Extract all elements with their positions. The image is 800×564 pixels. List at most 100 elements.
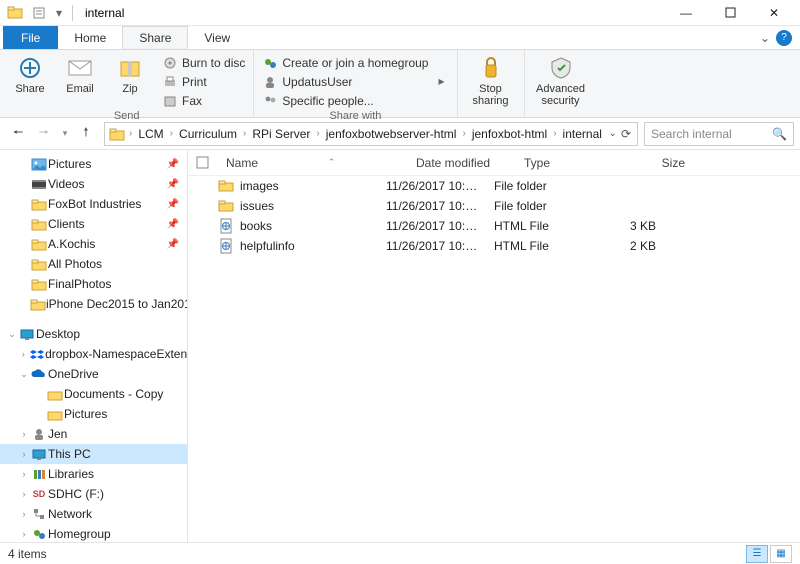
refresh-icon[interactable]: ⟳ — [621, 127, 631, 141]
up-button[interactable]: 🠕 — [74, 122, 98, 146]
tree-dropbox[interactable]: ›dropbox-NamespaceExtensio — [0, 344, 187, 364]
maximize-button[interactable] — [708, 0, 752, 26]
qat-dropdown-icon[interactable]: ▾ — [52, 2, 66, 24]
stop-sharing-button[interactable]: Stop sharing — [464, 52, 518, 107]
email-button[interactable]: Email — [56, 52, 104, 95]
titlebar: ▾ internal ― ✕ — [0, 0, 800, 26]
tree-iphone[interactable]: iPhone Dec2015 to Jan2016 — [0, 294, 187, 314]
tree-foxbot[interactable]: FoxBot Industries📌 — [0, 194, 187, 214]
header-checkbox[interactable] — [188, 156, 218, 169]
file-size: 2 KB — [584, 239, 664, 253]
specific-button[interactable]: Specific people... — [260, 92, 430, 110]
file-name: helpfulinfo — [240, 239, 295, 253]
nav-tree[interactable]: Pictures📌 Videos📌 FoxBot Industries📌 Cli… — [0, 150, 188, 542]
crumb-2[interactable]: RPi Server — [248, 127, 314, 141]
file-type: HTML File — [486, 219, 584, 233]
header-size[interactable]: Size — [614, 156, 694, 170]
navbar: 🠔 🠖 ▾ 🠕 › LCM› Curriculum› RPi Server› j… — [0, 118, 800, 150]
file-name: issues — [240, 199, 274, 213]
tree-akochis[interactable]: A.Kochis📌 — [0, 234, 187, 254]
file-date: 11/26/2017 10:37 ... — [378, 219, 486, 233]
tab-file[interactable]: File — [3, 26, 58, 49]
minimize-button[interactable]: ― — [664, 0, 708, 26]
file-type: File folder — [486, 199, 584, 213]
list-body: images11/26/2017 10:37 ...File folderiss… — [188, 176, 800, 256]
file-type: File folder — [486, 179, 584, 193]
crumb-0[interactable]: LCM — [134, 127, 167, 141]
table-row[interactable]: books11/26/2017 10:37 ...HTML File3 KB — [188, 216, 800, 236]
addr-dropdown-icon[interactable]: ⌄ — [609, 128, 617, 139]
header-name[interactable]: Name⌃ — [218, 156, 408, 170]
search-input[interactable]: Search internal 🔍 — [644, 122, 794, 146]
tab-share[interactable]: Share — [122, 26, 188, 49]
window-title: internal — [85, 6, 124, 20]
tree-thispc[interactable]: ›This PC — [0, 444, 187, 464]
tree-docscopy[interactable]: Documents - Copy — [0, 384, 187, 404]
status-bar: 4 items ☰ ▦ — [0, 542, 800, 564]
chevron-right-icon[interactable]: › — [127, 128, 134, 139]
pin-icon: 📌 — [167, 159, 179, 170]
tree-onedrive[interactable]: ⌄OneDrive — [0, 364, 187, 384]
file-list: Name⌃ Date modified Type Size images 11/2… — [188, 150, 800, 542]
view-details-button[interactable]: ☰ — [746, 545, 768, 563]
tree-desktop[interactable]: ⌄Desktop — [0, 324, 187, 344]
tree-clients[interactable]: Clients📌 — [0, 214, 187, 234]
updatus-button[interactable]: UpdatusUser — [260, 73, 430, 91]
search-placeholder: Search internal — [651, 127, 732, 141]
ribbon-group-stop: Stop sharing — [458, 50, 525, 117]
table-row[interactable]: helpfulinfo11/26/2017 10:37 ...HTML File… — [188, 236, 800, 256]
tree-jen[interactable]: ›Jen — [0, 424, 187, 444]
ribbon-collapse-icon[interactable]: ⌄ — [760, 31, 770, 45]
table-row[interactable]: images 11/26/2017 10:37 ...File folder — [188, 176, 800, 196]
burn-button[interactable]: Burn to disc — [160, 54, 247, 72]
tree-libraries[interactable]: ›Libraries — [0, 464, 187, 484]
addr-folder-icon — [107, 126, 127, 142]
help-icon[interactable]: ? — [776, 30, 792, 46]
header-type[interactable]: Type — [516, 156, 614, 170]
file-date: 11/26/2017 10:37 ... — [378, 179, 486, 193]
crumb-1[interactable]: Curriculum — [175, 127, 241, 141]
homegroup-button[interactable]: Create or join a homegroup — [260, 54, 430, 72]
forward-button[interactable]: 🠖 — [32, 122, 56, 146]
advanced-security-button[interactable]: Advanced security — [531, 52, 591, 107]
tree-homegroup[interactable]: ›Homegroup — [0, 524, 187, 542]
ribbon: Share Email Zip Burn to disc Print Fax S… — [0, 50, 800, 118]
sharewith-dropdown-icon[interactable]: ▸ — [432, 74, 450, 88]
ribbon-tabs: File Home Share View ⌄ ? — [0, 26, 800, 50]
tab-home[interactable]: Home — [58, 26, 122, 49]
recent-dropdown-icon[interactable]: ▾ — [58, 122, 72, 146]
zip-button[interactable]: Zip — [106, 52, 154, 95]
file-name: books — [240, 219, 272, 233]
close-button[interactable]: ✕ — [752, 0, 796, 26]
table-row[interactable]: issues 11/26/2017 10:37 ...File folder — [188, 196, 800, 216]
print-button[interactable]: Print — [160, 73, 247, 91]
fax-button[interactable]: Fax — [160, 92, 247, 110]
address-bar[interactable]: › LCM› Curriculum› RPi Server› jenfoxbot… — [104, 122, 638, 146]
crumb-3[interactable]: jenfoxbotwebserver-html — [322, 127, 461, 141]
crumb-5[interactable]: internal — [559, 127, 606, 141]
list-header: Name⌃ Date modified Type Size — [188, 150, 800, 176]
tree-network[interactable]: ›Network — [0, 504, 187, 524]
ribbon-group-send: Share Email Zip Burn to disc Print Fax S… — [0, 50, 254, 117]
tab-view[interactable]: View — [188, 26, 246, 49]
folder-icon — [218, 198, 234, 214]
view-icons-button[interactable]: ▦ — [770, 545, 792, 563]
tree-allphotos[interactable]: All Photos — [0, 254, 187, 274]
file-name: images — [240, 179, 279, 193]
ribbon-group-advsec: Advanced security — [525, 50, 597, 117]
sort-indicator-icon: ⌃ — [328, 157, 336, 168]
header-date[interactable]: Date modified — [408, 156, 516, 170]
file-type: HTML File — [486, 239, 584, 253]
status-text: 4 items — [8, 547, 47, 561]
tree-videos[interactable]: Videos📌 — [0, 174, 187, 194]
tree-pictures[interactable]: Pictures📌 — [0, 154, 187, 174]
back-button[interactable]: 🠔 — [6, 122, 30, 146]
tree-sdhc[interactable]: ›SDSDHC (F:) — [0, 484, 187, 504]
tree-finalphotos[interactable]: FinalPhotos — [0, 274, 187, 294]
qat-properties-icon[interactable] — [28, 2, 50, 24]
share-button[interactable]: Share — [6, 52, 54, 95]
html-file-icon — [218, 218, 234, 234]
file-date: 11/26/2017 10:37 ... — [378, 199, 486, 213]
tree-odpictures[interactable]: Pictures — [0, 404, 187, 424]
crumb-4[interactable]: jenfoxbot-html — [468, 127, 551, 141]
